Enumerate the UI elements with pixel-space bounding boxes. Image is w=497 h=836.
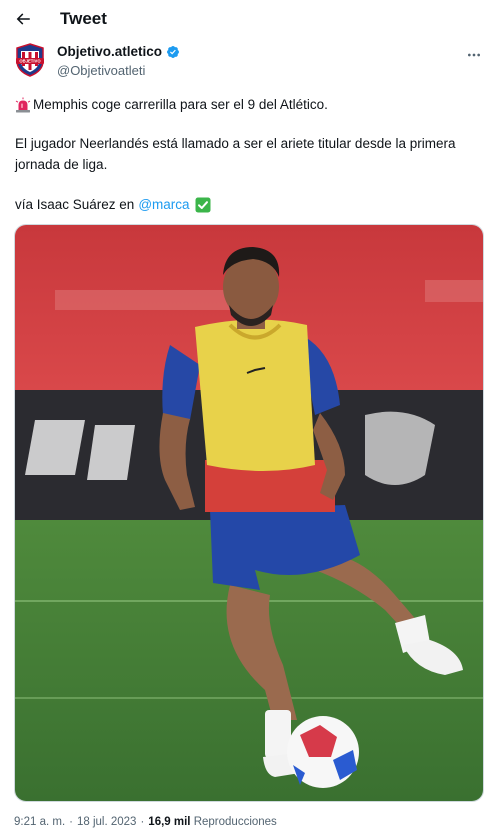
verified-badge-icon — [167, 46, 180, 58]
rotating-light-icon — [15, 97, 31, 112]
photo-football-training — [15, 225, 483, 801]
tweet-paragraph: El jugador Neerlandés está llamado a ser… — [15, 136, 456, 172]
mention-link[interactable]: @marca — [138, 194, 189, 215]
tweet-author: OBJETIVO Objetivo.atletico @Objetivoatle… — [15, 43, 485, 83]
author-name-row: Objetivo.atletico — [57, 44, 180, 60]
top-bar: Tweet — [0, 0, 497, 38]
views-label: Reproducciones — [193, 816, 277, 828]
avatar[interactable]: OBJETIVO — [15, 43, 45, 77]
separator-dot: · — [69, 816, 73, 828]
tweet-photo[interactable] — [14, 224, 484, 802]
tweet-headline: Memphis coge carrerilla para ser el 9 de… — [33, 97, 328, 112]
page-title: Tweet — [60, 9, 107, 28]
more-options-button[interactable] — [463, 45, 485, 65]
tweet-source-text: vía Isaac Suárez en — [15, 197, 135, 212]
separator-dot: · — [140, 816, 145, 828]
tweet-source-line: vía Isaac Suárez en @marca — [15, 194, 485, 215]
author-handle[interactable]: @Objetivoatleti — [57, 63, 145, 79]
author-name[interactable]: Objetivo.atletico — [57, 44, 162, 60]
check-mark-icon — [195, 197, 211, 212]
more-dots-icon — [468, 53, 480, 57]
club-crest-icon: OBJETIVO — [16, 43, 44, 77]
tweet-date[interactable]: 18 jul. 2023 — [77, 816, 136, 828]
tweet-time[interactable]: 9:21 a. m. — [14, 816, 65, 828]
tweet-body: Memphis coge carrerilla para ser el 9 de… — [15, 94, 485, 215]
tweet-line-1: Memphis coge carrerilla para ser el 9 de… — [15, 94, 485, 115]
views-count: 16,9 mil — [148, 816, 191, 828]
back-arrow-icon — [16, 13, 30, 25]
back-button[interactable] — [8, 4, 38, 34]
tweet-meta: 9:21 a. m. · 18 jul. 2023 · 16,9 mil Reprodu… — [14, 814, 277, 830]
avatar-text: OBJETIVO — [19, 59, 41, 64]
